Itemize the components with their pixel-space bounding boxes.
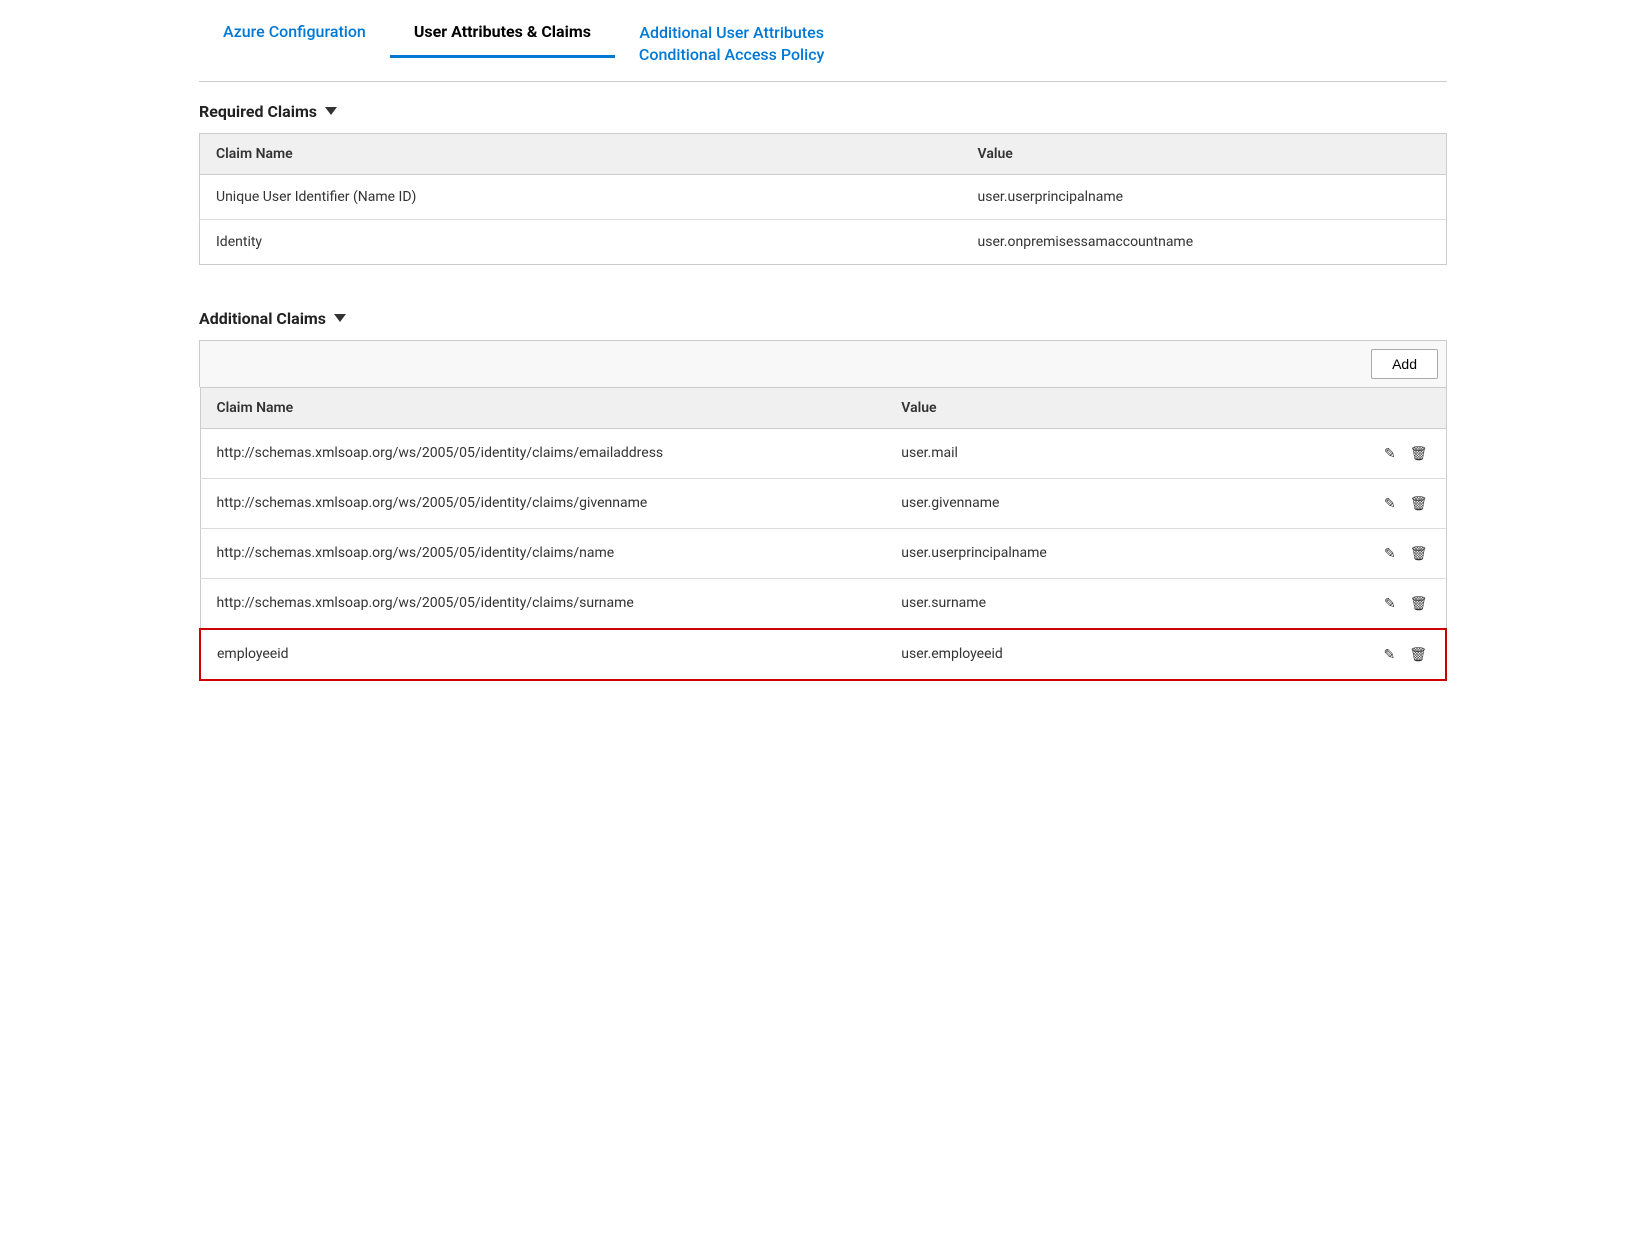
required-claims-row: Unique User Identifier (Name ID) user.us… [200,174,1447,219]
required-claims-header-row: Claim Name Value [200,133,1447,174]
additional-claim-name: http://schemas.xmlsoap.org/ws/2005/05/id… [200,428,885,478]
required-claim-name: Unique User Identifier (Name ID) [200,174,962,219]
additional-claims-section-header: Additional Claims [199,289,1447,340]
required-claim-name: Identity [200,219,962,264]
edit-claim-button[interactable]: ✎ [1382,543,1398,564]
required-claims-title: Required Claims [199,102,317,121]
tab-azure-config[interactable]: Azure Configuration [199,12,390,55]
additional-claim-actions: ✎ 🗑 [1321,478,1446,528]
delete-claim-button[interactable]: 🗑 [1407,644,1429,665]
required-claims-col-value: Value [962,133,1447,174]
additional-claim-value: user.userprincipalname [885,528,1321,578]
required-claim-value: user.userprincipalname [962,174,1447,219]
delete-claim-button[interactable]: 🗑 [1408,543,1430,564]
additional-claim-value: user.employeeid [885,629,1321,680]
additional-claim-actions: ✎ 🗑 [1321,578,1446,629]
add-claim-button[interactable]: Add [1371,349,1438,379]
tab-conditional-access-label[interactable]: Conditional Access Policy [639,44,824,66]
additional-claim-actions: ✎ 🗑 [1321,428,1446,478]
required-claims-row: Identity user.onpremisessamaccountname [200,219,1447,264]
edit-claim-button[interactable]: ✎ [1381,644,1397,665]
additional-claims-row: http://schemas.xmlsoap.org/ws/2005/05/id… [200,578,1446,629]
required-claim-value: user.onpremisessamaccountname [962,219,1447,264]
additional-claims-toolbar: Add [199,340,1447,387]
additional-claims-header-row: Claim Name Value [200,387,1446,428]
edit-claim-button[interactable]: ✎ [1382,443,1398,464]
additional-claims-row: http://schemas.xmlsoap.org/ws/2005/05/id… [200,528,1446,578]
required-claims-chevron[interactable] [325,107,337,115]
required-claims-col-name: Claim Name [200,133,962,174]
additional-claims-table: Claim Name Value http://schemas.xmlsoap.… [199,387,1447,681]
additional-claims-row: http://schemas.xmlsoap.org/ws/2005/05/id… [200,478,1446,528]
additional-claim-name: http://schemas.xmlsoap.org/ws/2005/05/id… [200,578,885,629]
additional-claim-name: employeeid [200,629,885,680]
additional-claims-row: http://schemas.xmlsoap.org/ws/2005/05/id… [200,428,1446,478]
additional-claim-actions: ✎ 🗑 [1321,629,1446,680]
delete-claim-button[interactable]: 🗑 [1408,593,1430,614]
required-claims-table: Claim Name Value Unique User Identifier … [199,133,1447,265]
tab-additional-user-attributes-label[interactable]: Additional User Attributes [639,22,824,44]
nav-tabs: Azure Configuration User Attributes & Cl… [199,0,1447,82]
additional-claim-value: user.givenname [885,478,1321,528]
additional-claim-actions: ✎ 🗑 [1321,528,1446,578]
additional-claims-title: Additional Claims [199,309,326,328]
delete-claim-button[interactable]: 🗑 [1408,443,1430,464]
additional-claims-col-value: Value [885,387,1321,428]
additional-claims-chevron[interactable] [334,314,346,322]
additional-claim-value: user.surname [885,578,1321,629]
edit-claim-button[interactable]: ✎ [1382,493,1398,514]
additional-claims-row: employeeid user.employeeid ✎ 🗑 [200,629,1446,680]
additional-claim-name: http://schemas.xmlsoap.org/ws/2005/05/id… [200,478,885,528]
tab-additional-group[interactable]: Additional User Attributes Conditional A… [615,12,848,81]
required-claims-section-header: Required Claims [199,82,1447,133]
additional-claim-value: user.mail [885,428,1321,478]
additional-claims-col-actions [1321,387,1446,428]
delete-claim-button[interactable]: 🗑 [1408,493,1430,514]
edit-claim-button[interactable]: ✎ [1382,593,1398,614]
additional-claims-col-name: Claim Name [200,387,885,428]
tab-user-attributes[interactable]: User Attributes & Claims [390,12,615,58]
additional-claim-name: http://schemas.xmlsoap.org/ws/2005/05/id… [200,528,885,578]
